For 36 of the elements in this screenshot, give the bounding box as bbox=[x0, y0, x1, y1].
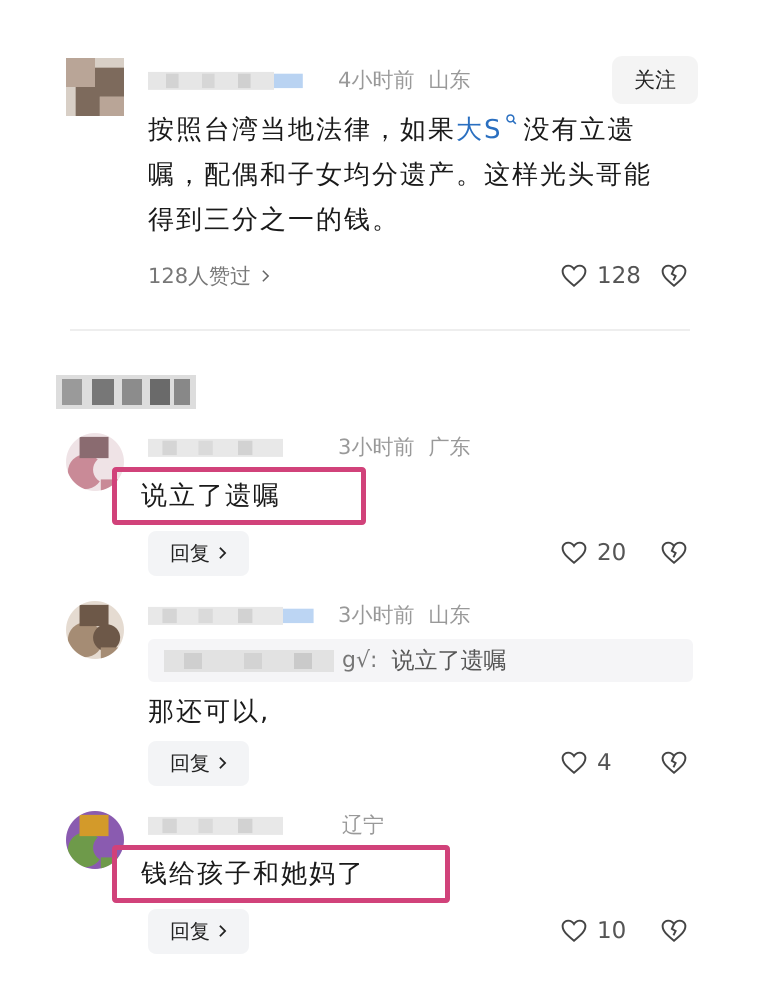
chevron-icon bbox=[218, 756, 227, 770]
heart-icon[interactable] bbox=[561, 264, 587, 288]
comment-location: 广东 bbox=[428, 434, 470, 461]
comment-location: 山东 bbox=[428, 602, 470, 629]
chevron-icon bbox=[218, 924, 227, 938]
chevron-icon bbox=[261, 269, 270, 283]
broken-heart-icon[interactable] bbox=[661, 264, 687, 288]
broken-heart-icon[interactable] bbox=[661, 751, 687, 775]
comment-text: 按照台湾当地法律，如果大S 没有立遗嘱，配偶和子女均分遗产。这样光头哥能得到三分之一的钱。 bbox=[148, 112, 653, 237]
quote-text: 说立了遗嘱 bbox=[391, 647, 506, 676]
heart-icon[interactable] bbox=[561, 919, 587, 943]
comment-text: 那还可以, bbox=[148, 696, 272, 729]
quote-author: g√: bbox=[342, 648, 378, 673]
comment-text: 说立了遗嘱 bbox=[112, 467, 366, 525]
reply-button[interactable]: 回复 bbox=[148, 740, 249, 786]
comment-location: 辽宁 bbox=[342, 812, 384, 839]
reply-button[interactable]: 回复 bbox=[148, 530, 249, 576]
comment-text: 钱给孩子和她妈了 bbox=[112, 845, 450, 903]
like-count: 10 bbox=[597, 918, 628, 944]
heart-icon[interactable] bbox=[561, 541, 587, 565]
comment-time: 3小时前 bbox=[338, 434, 414, 461]
comment-time: 3小时前 bbox=[338, 602, 414, 629]
likes-summary-link[interactable]: 128人赞过 bbox=[148, 262, 270, 290]
chevron-icon bbox=[218, 546, 227, 560]
like-count: 128 bbox=[597, 263, 642, 289]
keyword-link[interactable]: 大S bbox=[456, 115, 524, 145]
comment-time: 4小时前 bbox=[338, 67, 414, 94]
heart-icon[interactable] bbox=[561, 751, 587, 775]
follow-button[interactable]: 关注 bbox=[612, 56, 698, 104]
broken-heart-icon[interactable] bbox=[661, 541, 687, 565]
like-count: 20 bbox=[597, 540, 628, 566]
search-icon[interactable] bbox=[504, 113, 518, 126]
comment-location: 山东 bbox=[428, 67, 470, 94]
reply-button[interactable]: 回复 bbox=[148, 908, 249, 954]
like-count: 4 bbox=[597, 750, 613, 776]
broken-heart-icon[interactable] bbox=[661, 919, 687, 943]
